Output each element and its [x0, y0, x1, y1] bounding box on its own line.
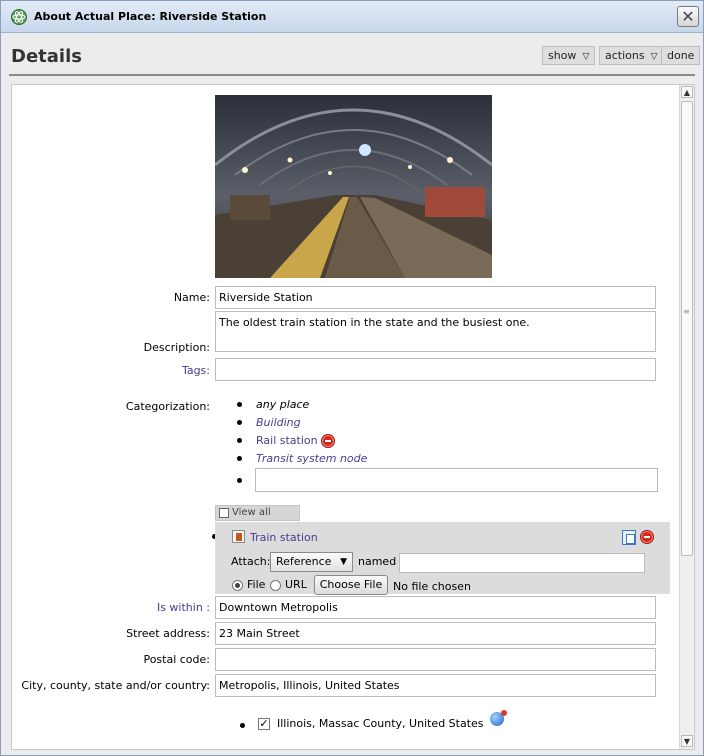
grip-icon: ≡ — [683, 307, 690, 316]
globe-icon[interactable] — [490, 710, 507, 726]
type-name[interactable]: Train station — [250, 531, 318, 544]
close-button[interactable]: ✕ — [677, 6, 699, 27]
window-icon — [219, 508, 229, 518]
attach-select-value: Reference — [276, 555, 332, 568]
description-field[interactable]: The oldest train station in the state an… — [215, 311, 656, 352]
category-transit-system-node[interactable]: Transit system node — [256, 452, 367, 465]
no-file-status: No file chosen — [393, 580, 471, 593]
bullet-icon — [237, 402, 242, 407]
category-input[interactable] — [255, 468, 658, 492]
attach-select[interactable]: Reference ▼ — [270, 552, 353, 572]
bullet-icon — [237, 456, 242, 461]
vertical-scrollbar[interactable]: ▲ ≡ ▼ — [679, 85, 694, 749]
location-checkbox[interactable]: ✓ — [258, 718, 270, 730]
url-label: URL — [285, 578, 307, 591]
is-within-label[interactable]: Is within : — [12, 601, 210, 614]
details-panel: Name: Riverside Station Description: The… — [11, 84, 695, 750]
scrollbar-thumb[interactable] — [681, 101, 693, 556]
location-result: Illinois, Massac County, United States — [277, 717, 484, 730]
is-within-field[interactable]: Downtown Metropolis — [215, 596, 656, 619]
chevron-down-icon: ▼ — [340, 557, 347, 567]
street-address-label: Street address: — [126, 627, 210, 640]
type-panel-train-station: Train station Attach: Reference ▼ named … — [215, 522, 670, 595]
attach-label: Attach: — [231, 555, 271, 568]
show-label: show — [548, 49, 577, 62]
actions-menu-button[interactable]: actions ▽ — [599, 46, 664, 65]
remove-icon[interactable] — [640, 530, 654, 544]
city-label: City, county, state and/or country: — [21, 679, 210, 692]
file-radio[interactable] — [232, 580, 243, 591]
header-divider — [9, 74, 695, 76]
atom-icon — [11, 9, 27, 25]
train-station-icon — [232, 530, 245, 543]
chevron-down-icon: ▽ — [582, 52, 590, 62]
chevron-down-icon: ▽ — [650, 52, 658, 62]
bullet-icon — [237, 420, 242, 425]
dialog-window: About Actual Place: Riverside Station ✕ … — [0, 0, 704, 756]
postal-code-label: Postal code: — [143, 653, 210, 666]
city-field[interactable]: Metropolis, Illinois, United States — [215, 674, 656, 697]
tags-field[interactable] — [215, 358, 656, 381]
named-field[interactable] — [399, 553, 645, 573]
postal-code-field[interactable] — [215, 648, 656, 671]
name-field[interactable]: Riverside Station — [215, 286, 656, 309]
done-label: done — [667, 49, 695, 62]
named-label: named — [358, 555, 397, 568]
remove-icon[interactable] — [321, 434, 335, 448]
done-button[interactable]: done — [661, 46, 701, 65]
window-title: About Actual Place: Riverside Station — [34, 10, 267, 23]
choose-file-button[interactable]: Choose File — [314, 575, 388, 595]
copy-icon[interactable] — [622, 530, 636, 545]
show-menu-button[interactable]: show ▽ — [542, 46, 596, 65]
tags-label[interactable]: Tags: — [12, 364, 210, 377]
category-building[interactable]: Building — [256, 416, 301, 429]
details-header: Details show ▽ actions ▽ done — [1, 34, 703, 78]
station-photo — [215, 95, 492, 278]
actions-label: actions — [605, 49, 645, 62]
close-icon: ✕ — [681, 7, 695, 26]
title-bar[interactable]: About Actual Place: Riverside Station ✕ — [1, 1, 703, 33]
bullet-icon — [240, 723, 245, 728]
category-rail-station[interactable]: Rail station — [256, 434, 318, 447]
view-all-types-button[interactable]: View all types — [215, 505, 300, 532]
bullet-icon — [237, 438, 242, 443]
name-label: Name: — [173, 291, 210, 304]
bullet-icon — [237, 478, 242, 483]
file-label: File — [247, 578, 266, 591]
street-address-field[interactable]: 23 Main Street — [215, 622, 656, 645]
page-title: Details — [11, 46, 82, 67]
description-label: Description: — [143, 341, 210, 354]
scroll-down-icon[interactable]: ▼ — [681, 735, 693, 747]
url-radio[interactable] — [270, 580, 281, 591]
scroll-up-icon[interactable]: ▲ — [681, 86, 693, 98]
categorization-label: Categorization: — [125, 400, 210, 413]
category-any-place: any place — [256, 398, 310, 411]
